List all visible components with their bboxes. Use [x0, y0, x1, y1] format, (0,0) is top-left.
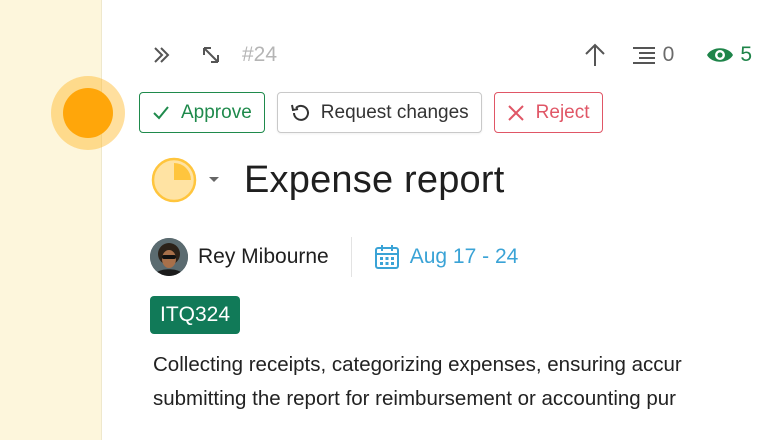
- task-description[interactable]: Collecting receipts, categorizing expens…: [153, 348, 768, 416]
- progress-pie-icon[interactable]: [150, 156, 198, 204]
- expand-right-icon[interactable]: [150, 44, 172, 66]
- calendar-icon[interactable]: [374, 244, 400, 270]
- close-icon: [507, 104, 524, 121]
- request-changes-label: Request changes: [320, 101, 469, 123]
- description-line: Collecting receipts, categorizing expens…: [153, 353, 682, 376]
- check-icon: [153, 105, 169, 119]
- avatar[interactable]: [150, 238, 188, 276]
- approve-button[interactable]: Approve: [139, 92, 265, 133]
- description-line: submitting the report for reimbursement …: [153, 387, 677, 410]
- task-meta: Rey Mibourne Aug 17 - 24: [150, 236, 518, 278]
- approval-actions: Approve Request changes Reject: [139, 92, 603, 133]
- undo-icon: [290, 104, 309, 121]
- task-tag[interactable]: ITQ324: [150, 296, 241, 334]
- assignee-name[interactable]: Rey Mibourne: [198, 245, 329, 269]
- eye-icon[interactable]: [706, 45, 734, 65]
- resize-diagonal-icon[interactable]: [200, 44, 222, 66]
- task-title[interactable]: Expense report: [244, 159, 505, 202]
- left-panel-strip: [0, 0, 102, 440]
- cursor-pointer: [63, 88, 113, 138]
- watchers-count: 5: [740, 43, 752, 66]
- meta-divider: [350, 237, 352, 277]
- status-dropdown-caret-icon[interactable]: [208, 171, 220, 189]
- reject-label: Reject: [535, 101, 590, 123]
- approve-label: Approve: [181, 101, 252, 123]
- date-range[interactable]: Aug 17 - 24: [410, 245, 519, 269]
- task-title-row: Expense report: [150, 156, 505, 204]
- task-id: #24: [242, 43, 278, 66]
- comments-icon[interactable]: [631, 44, 657, 66]
- comments-count: 0: [662, 43, 675, 66]
- request-changes-button[interactable]: Request changes: [276, 92, 482, 133]
- arrow-up-icon[interactable]: [583, 42, 607, 68]
- reject-button[interactable]: Reject: [493, 92, 603, 133]
- task-toolbar: #24 0 5: [150, 38, 768, 72]
